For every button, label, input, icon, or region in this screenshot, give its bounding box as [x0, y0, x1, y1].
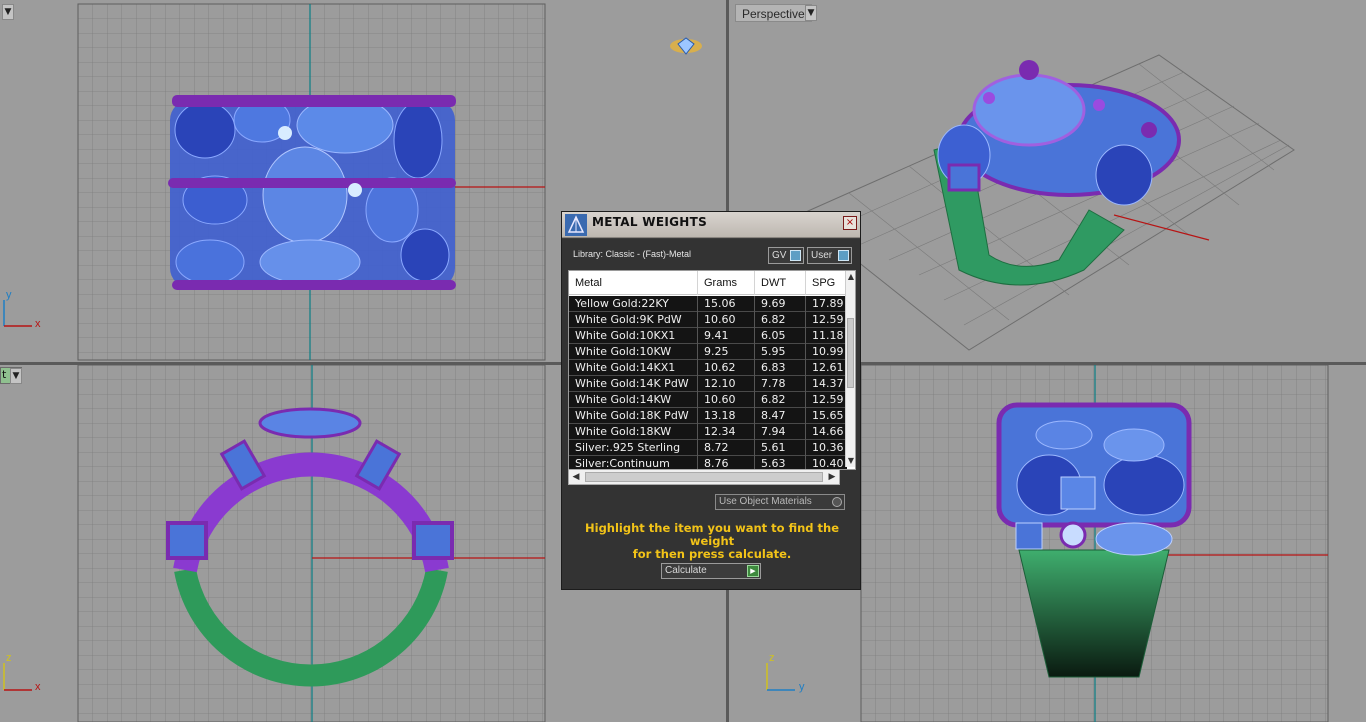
instruction-text: Highlight the item you want to find the … — [572, 522, 852, 561]
table-row[interactable]: White Gold:14KW 10.60 6.82 12.59 — [569, 392, 847, 408]
scroll-up-icon[interactable]: ▲ — [846, 271, 855, 283]
table-row[interactable]: White Gold:10KX1 9.41 6.05 11.18 — [569, 328, 847, 344]
gv-toggle-label: GV — [772, 250, 787, 261]
table-row[interactable]: Silver:Continuum 8.76 5.63 10.40 — [569, 456, 847, 469]
use-object-materials-radio-icon — [832, 497, 842, 507]
axis-gizmo-right — [766, 663, 795, 691]
user-toggle-label: User — [811, 250, 833, 261]
viewport-menu-dropdown[interactable]: ▼ — [2, 4, 14, 20]
cell-grams: 10.60 — [698, 392, 755, 408]
cell-dwt: 7.94 — [755, 424, 806, 440]
close-icon[interactable]: × — [843, 216, 857, 230]
ring-top-view — [168, 95, 456, 290]
user-toggle[interactable]: User — [807, 247, 852, 264]
dialog-title: METAL WEIGHTS — [592, 215, 708, 229]
table-row[interactable]: White Gold:14KX1 10.62 6.83 12.61 — [569, 360, 847, 376]
horizontal-scroll-thumb[interactable] — [585, 472, 823, 482]
cell-grams: 8.72 — [698, 440, 755, 456]
dialog-titlebar[interactable]: METAL WEIGHTS × — [562, 212, 860, 238]
cell-metal: White Gold:14KW — [569, 392, 698, 408]
ring-perspective-view — [933, 60, 1181, 286]
use-object-materials-label: Use Object Materials — [719, 496, 812, 507]
cell-dwt: 5.63 — [755, 456, 806, 469]
cell-metal: White Gold:18K PdW — [569, 408, 698, 424]
cell-metal: White Gold:10KX1 — [569, 328, 698, 344]
cell-dwt: 8.47 — [755, 408, 806, 424]
cell-metal: White Gold:14K PdW — [569, 376, 698, 392]
metal-weights-dialog: METAL WEIGHTS × Library: Classic - (Fast… — [561, 211, 861, 590]
gv-toggle-knob-icon — [790, 250, 801, 261]
cell-metal: White Gold:14KX1 — [569, 360, 698, 376]
dialog-logo-icon — [565, 214, 587, 236]
cell-metal: Yellow Gold:22KY — [569, 296, 698, 312]
table-row[interactable]: Yellow Gold:22KY 15.06 9.69 17.89 — [569, 296, 847, 312]
cell-grams: 12.10 — [698, 376, 755, 392]
library-label: Library: Classic - (Fast)-Metal — [573, 249, 692, 259]
perspective-dropdown-icon[interactable]: ▼ — [805, 5, 817, 21]
calculate-button[interactable]: Calculate ▶ — [661, 563, 761, 579]
cell-grams: 10.62 — [698, 360, 755, 376]
cell-dwt: 6.82 — [755, 392, 806, 408]
cell-grams: 9.25 — [698, 344, 755, 360]
table-row[interactable]: White Gold:18KW 12.34 7.94 14.66 — [569, 424, 847, 440]
table-header: Metal Grams DWT SPG — [569, 271, 855, 295]
perspective-label[interactable]: Perspective — [735, 4, 812, 22]
cell-dwt: 5.95 — [755, 344, 806, 360]
gv-toggle[interactable]: GV — [768, 247, 804, 264]
scroll-down-icon[interactable]: ▼ — [846, 455, 855, 467]
column-header-dwt[interactable]: DWT — [755, 271, 806, 295]
dialog-body: Library: Classic - (Fast)-Metal GV User … — [562, 239, 860, 589]
table-row[interactable]: White Gold:18K PdW 13.18 8.47 15.65 — [569, 408, 847, 424]
cell-grams: 10.60 — [698, 312, 755, 328]
column-header-grams[interactable]: Grams — [698, 271, 755, 295]
table-row[interactable]: White Gold:9K PdW 10.60 6.82 12.59 — [569, 312, 847, 328]
scroll-right-icon[interactable]: ▶ — [825, 470, 839, 484]
play-icon: ▶ — [747, 565, 759, 577]
table-row[interactable]: White Gold:10KW 9.25 5.95 10.99 — [569, 344, 847, 360]
cell-dwt: 7.78 — [755, 376, 806, 392]
user-toggle-knob-icon — [838, 250, 849, 261]
cell-grams: 9.41 — [698, 328, 755, 344]
column-header-metal[interactable]: Metal — [569, 271, 698, 295]
vertical-scroll-thumb[interactable] — [847, 318, 854, 388]
front-dropdown-icon[interactable]: ▼ — [10, 368, 22, 384]
column-header-spg[interactable]: SPG — [806, 271, 846, 295]
cell-dwt: 6.83 — [755, 360, 806, 376]
gem-logo-icon — [670, 37, 702, 55]
cell-metal: White Gold:10KW — [569, 344, 698, 360]
cell-dwt: 9.69 — [755, 296, 806, 312]
cell-dwt: 6.82 — [755, 312, 806, 328]
cell-dwt: 5.61 — [755, 440, 806, 456]
cell-metal: Silver:.925 Sterling — [569, 440, 698, 456]
table-vertical-scrollbar[interactable]: ▲ ▼ — [845, 271, 855, 467]
instruction-line-2: for then press calculate. — [632, 547, 792, 561]
cell-grams: 12.34 — [698, 424, 755, 440]
table-horizontal-scrollbar[interactable]: ◀ ▶ — [568, 469, 840, 485]
instruction-line-1: Highlight the item you want to find the … — [585, 521, 839, 548]
cell-dwt: 6.05 — [755, 328, 806, 344]
table-rows: Yellow Gold:22KY 15.06 9.69 17.89 White Gol… — [569, 296, 847, 469]
axis-gizmo-top — [3, 300, 32, 327]
cell-grams: 15.06 — [698, 296, 755, 312]
cell-metal: White Gold:9K PdW — [569, 312, 698, 328]
table-row[interactable]: Silver:.925 Sterling 8.72 5.61 10.36 — [569, 440, 847, 456]
cell-grams: 13.18 — [698, 408, 755, 424]
axis-gizmo-front — [3, 663, 32, 691]
metal-table[interactable]: Metal Grams DWT SPG Yellow Gold:22KY 15.0… — [568, 270, 856, 470]
calculate-label: Calculate — [665, 565, 707, 576]
table-row[interactable]: White Gold:14K PdW 12.10 7.78 14.37 — [569, 376, 847, 392]
cell-grams: 8.76 — [698, 456, 755, 469]
cell-metal: Silver:Continuum — [569, 456, 698, 469]
use-object-materials-toggle[interactable]: Use Object Materials — [715, 494, 845, 510]
scroll-left-icon[interactable]: ◀ — [569, 470, 583, 484]
cell-metal: White Gold:18KW — [569, 424, 698, 440]
